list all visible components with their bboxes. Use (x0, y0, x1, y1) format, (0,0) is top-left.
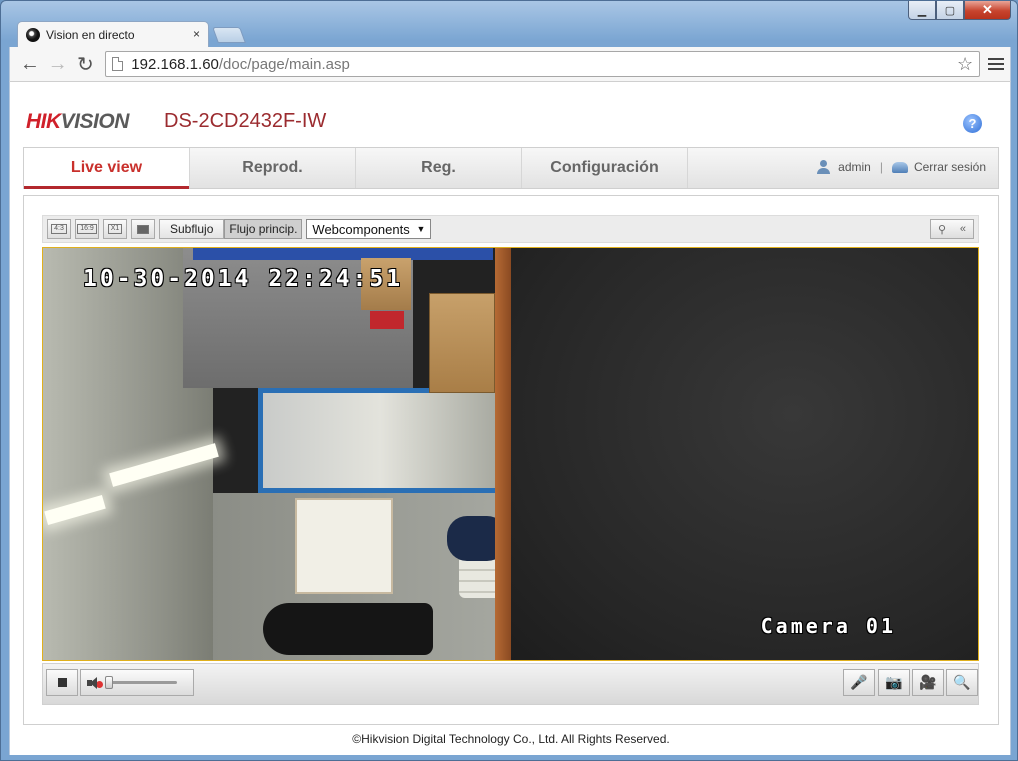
favicon-icon (26, 27, 40, 42)
forward-button[interactable]: → (44, 50, 72, 78)
ptz-toggle-button[interactable]: ⚲ « (930, 219, 974, 239)
address-bar[interactable]: 192.168.1.60/doc/page/main.asp ☆ (105, 51, 981, 77)
tab-log[interactable]: Reg. (356, 148, 522, 188)
browser-window: ▁ ▢ ✕ Vision en directo × ← → ↻ 192.168.… (0, 0, 1018, 761)
menu-icon[interactable] (988, 58, 1004, 70)
collapse-icon: « (959, 223, 967, 235)
logout-icon[interactable] (891, 161, 908, 173)
url-path: /doc/page/main.asp (218, 55, 350, 73)
username: admin (838, 160, 871, 174)
stop-button[interactable] (46, 669, 78, 696)
tab-strip: Vision en directo × (17, 21, 246, 47)
osd-datetime: 10-30-2014 22:24:51 (83, 266, 404, 292)
tab-playback[interactable]: Reprod. (190, 148, 356, 188)
logout-link[interactable]: Cerrar sesión (914, 160, 986, 174)
camera-icon: 📷 (885, 674, 903, 690)
tab-live-view[interactable]: Live view (24, 148, 190, 189)
tab-configuration[interactable]: Configuración (522, 148, 688, 188)
microphone-button[interactable]: 🎤 (843, 669, 875, 696)
user-box: admin | Cerrar sesión (816, 160, 986, 174)
dropdown-arrow-icon: ▼ (416, 224, 426, 234)
close-window-button[interactable]: ✕ (964, 1, 1011, 20)
help-icon[interactable]: ? (963, 114, 982, 133)
tab-close-icon[interactable]: × (193, 27, 200, 41)
user-separator: | (879, 160, 883, 174)
user-icon (816, 160, 831, 174)
page-icon (112, 57, 124, 71)
speaker-muted-icon (87, 676, 103, 689)
reload-button[interactable]: ↻ (72, 50, 100, 78)
browser-tab[interactable]: Vision en directo × (17, 21, 209, 47)
window-controls: ▁ ▢ ✕ (908, 1, 1011, 20)
record-button[interactable]: 🎥 (912, 669, 944, 696)
microphone-icon: 🎤 (850, 674, 868, 690)
plugin-select-value: Webcomponents (312, 221, 410, 237)
plugin-select[interactable]: Webcomponents ▼ (306, 219, 432, 239)
new-tab-button[interactable] (212, 27, 246, 43)
main-navigation: Live view Reprod. Reg. Configuración adm… (23, 147, 999, 189)
tab-title: Vision en directo (46, 27, 135, 42)
url-host: 192.168.1.60 (131, 55, 219, 73)
ptz-icon: ⚲ (937, 223, 947, 236)
volume-slider[interactable] (105, 676, 177, 689)
zoom-icon: 🔍 (953, 674, 971, 690)
digital-zoom-button[interactable]: 🔍 (946, 669, 978, 696)
mainstream-button[interactable]: Flujo princip. (224, 219, 303, 239)
device-model: DS-2CD2432F-IW (164, 110, 327, 132)
hikvision-logo: HIKVISION (26, 110, 129, 133)
footer-copyright: ©Hikvision Digital Technology Co., Ltd. … (352, 732, 670, 746)
live-video[interactable]: 10-30-2014 22:24:51 Camera 01 (42, 247, 979, 661)
volume-control[interactable] (80, 669, 194, 696)
fit-window-button[interactable] (131, 219, 155, 239)
view-toolbar: 4:3 16:9 X1 Subflujo Flujo princip. Webc… (42, 215, 979, 243)
video-control-bar: 🎤 📷 🎥 🔍 (42, 663, 979, 705)
ratio-4-3-button[interactable]: 4:3 (47, 219, 71, 239)
star-icon[interactable]: ☆ (957, 54, 973, 75)
minimize-button[interactable]: ▁ (908, 1, 936, 20)
substream-button[interactable]: Subflujo (159, 219, 225, 239)
browser-toolbar: ← → ↻ 192.168.1.60/doc/page/main.asp ☆ (9, 47, 1011, 81)
osd-camera-name: Camera 01 (760, 614, 896, 638)
stop-icon (57, 678, 67, 687)
snapshot-button[interactable]: 📷 (878, 669, 910, 696)
maximize-button[interactable]: ▢ (936, 1, 964, 20)
record-icon: 🎥 (919, 674, 937, 690)
live-view-panel: 4:3 16:9 X1 Subflujo Flujo princip. Webc… (23, 195, 999, 725)
volume-slider-knob[interactable] (105, 676, 113, 689)
original-size-button[interactable]: X1 (103, 219, 127, 239)
back-button[interactable]: ← (16, 50, 44, 78)
page-content: HIKVISION DS-2CD2432F-IW ? Live view Rep… (9, 81, 1011, 755)
ratio-16-9-button[interactable]: 16:9 (75, 219, 99, 239)
